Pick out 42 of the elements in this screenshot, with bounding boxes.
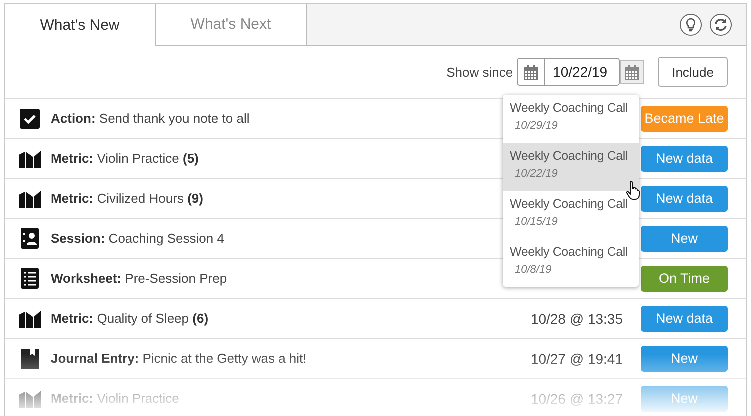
timestamp: 10/28 @ 13:35 bbox=[530, 310, 623, 326]
chart-icon bbox=[19, 150, 41, 168]
tab[interactable]: What's New bbox=[5, 4, 156, 46]
person-icon bbox=[21, 228, 39, 249]
timestamp: 10/27 @ 19:41 bbox=[530, 350, 623, 366]
calendar-button[interactable] bbox=[620, 60, 644, 84]
include-button[interactable]: Include bbox=[658, 57, 728, 87]
status-badge: New bbox=[641, 226, 728, 252]
date-field[interactable]: 10/22/19 bbox=[545, 58, 620, 86]
status-badge: New data bbox=[641, 186, 728, 212]
calendar-button[interactable] bbox=[517, 58, 546, 86]
calendar-icon bbox=[625, 64, 640, 80]
status-badge: New bbox=[641, 386, 728, 412]
dropdown-item[interactable]: Weekly Coaching Call 10/29/19 bbox=[503, 95, 639, 143]
book-icon bbox=[21, 348, 39, 369]
status-badge: On Time bbox=[641, 266, 728, 292]
dropdown-item[interactable]: Weekly Coaching Call 10/15/19 bbox=[503, 191, 639, 239]
chart-icon bbox=[19, 190, 41, 208]
chart-icon bbox=[19, 390, 41, 408]
item-title: Worksheet: Pre-Session Prep bbox=[51, 271, 228, 286]
item-title: Metric: Violin Practice bbox=[51, 391, 180, 406]
item-title: Journal Entry: Picnic at the Getty was a hit! bbox=[51, 351, 307, 366]
status-badge: New data bbox=[641, 306, 728, 332]
status-badge: New data bbox=[641, 146, 728, 172]
item-title: Action: Send thank you note to all bbox=[51, 111, 250, 126]
refresh-icon[interactable] bbox=[710, 14, 732, 36]
checkbox-icon bbox=[20, 108, 40, 128]
list-icon bbox=[21, 268, 39, 289]
item-title: Metric: Violin Practice (5) bbox=[51, 151, 199, 166]
status-badge: New bbox=[641, 346, 728, 372]
calendar-icon bbox=[524, 64, 538, 80]
tab[interactable]: What's Next bbox=[156, 4, 307, 45]
timestamp: 10/26 @ 13:27 bbox=[530, 390, 623, 406]
show-since-label: Show since bbox=[446, 64, 514, 80]
item-title: Session: Coaching Session 4 bbox=[51, 231, 224, 246]
item-title: Metric: Civilized Hours (9) bbox=[51, 191, 204, 206]
chart-icon bbox=[19, 310, 41, 328]
status-badge: Became Late bbox=[641, 106, 728, 132]
lightbulb-icon[interactable] bbox=[680, 14, 702, 36]
dropdown-item[interactable]: Weekly Coaching Call 10/22/19 bbox=[503, 143, 639, 191]
dropdown-item[interactable]: Weekly Coaching Call 10/8/19 bbox=[503, 239, 639, 287]
item-title: Metric: Quality of Sleep (6) bbox=[51, 311, 209, 326]
